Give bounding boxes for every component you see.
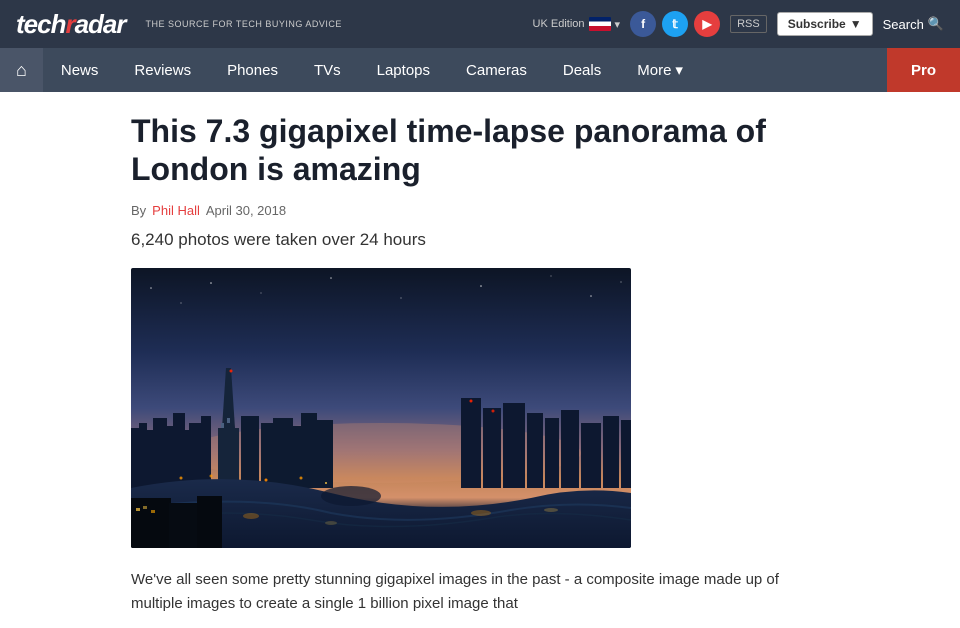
twitter-icon[interactable]: 𝕥	[662, 11, 688, 37]
edition-selector[interactable]: UK Edition ▾	[533, 17, 621, 31]
nav-label-cameras: Cameras	[466, 62, 527, 79]
home-nav-item[interactable]: ⌂	[0, 48, 43, 92]
article-image	[131, 268, 631, 548]
top-bar: techradar THE SOURCE FOR TECH BUYING ADV…	[0, 0, 960, 48]
youtube-icon[interactable]: ▶	[694, 11, 720, 37]
search-button[interactable]: Search 🔍	[883, 16, 944, 32]
logo-text: techradar	[16, 9, 126, 40]
search-icon: 🔍	[928, 16, 944, 32]
nav-item-laptops[interactable]: Laptops	[359, 48, 448, 92]
nav-label-phones: Phones	[227, 62, 278, 79]
author-link[interactable]: Phil Hall	[152, 203, 200, 218]
site-logo[interactable]: techradar	[16, 9, 126, 40]
uk-flag-icon	[589, 17, 611, 31]
article-subtitle: 6,240 photos were taken over 24 hours	[131, 230, 829, 250]
rss-button[interactable]: RSS	[730, 15, 767, 33]
top-bar-right: UK Edition ▾ f 𝕥 ▶ RSS Subscribe ▼ Searc…	[533, 11, 944, 37]
social-icons: f 𝕥 ▶	[630, 11, 720, 37]
more-chevron-icon: ▾	[675, 61, 683, 79]
article-paragraph-1: We've all seen some pretty stunning giga…	[131, 568, 829, 616]
nav-item-cameras[interactable]: Cameras	[448, 48, 545, 92]
nav-item-more[interactable]: More ▾	[619, 48, 701, 92]
article-title: This 7.3 gigapixel time-lapse panorama o…	[131, 112, 829, 189]
london-panorama-svg	[131, 268, 631, 548]
nav-item-phones[interactable]: Phones	[209, 48, 296, 92]
nav-pro-label: Pro	[911, 62, 936, 79]
search-label: Search	[883, 17, 924, 32]
nav-label-news: News	[61, 62, 99, 79]
nav-label-deals: Deals	[563, 62, 601, 79]
subscribe-arrow: ▼	[850, 17, 862, 31]
nav-label-more: More	[637, 62, 671, 79]
top-bar-left: techradar THE SOURCE FOR TECH BUYING ADV…	[16, 9, 342, 40]
nav-label-tvs: TVs	[314, 62, 341, 79]
subscribe-button[interactable]: Subscribe ▼	[777, 12, 873, 36]
home-icon: ⌂	[16, 60, 27, 81]
article-body: We've all seen some pretty stunning giga…	[131, 568, 829, 616]
subscribe-label: Subscribe	[788, 17, 846, 31]
nav-item-reviews[interactable]: Reviews	[116, 48, 209, 92]
nav-item-deals[interactable]: Deals	[545, 48, 619, 92]
article-date: April 30, 2018	[206, 203, 286, 218]
main-nav: ⌂ News Reviews Phones TVs Laptops Camera…	[0, 48, 960, 92]
by-label: By	[131, 203, 146, 218]
nav-pro-button[interactable]: Pro	[887, 48, 960, 92]
edition-label: UK Edition	[533, 18, 585, 30]
nav-item-news[interactable]: News	[43, 48, 117, 92]
edition-chevron: ▾	[615, 18, 621, 31]
nav-label-laptops: Laptops	[377, 62, 430, 79]
tagline: THE SOURCE FOR TECH BUYING ADVICE	[146, 19, 342, 29]
facebook-icon[interactable]: f	[630, 11, 656, 37]
article-meta: By Phil Hall April 30, 2018	[131, 203, 829, 218]
nav-label-reviews: Reviews	[134, 62, 191, 79]
article-container: This 7.3 gigapixel time-lapse panorama o…	[115, 92, 845, 616]
nav-item-tvs[interactable]: TVs	[296, 48, 359, 92]
